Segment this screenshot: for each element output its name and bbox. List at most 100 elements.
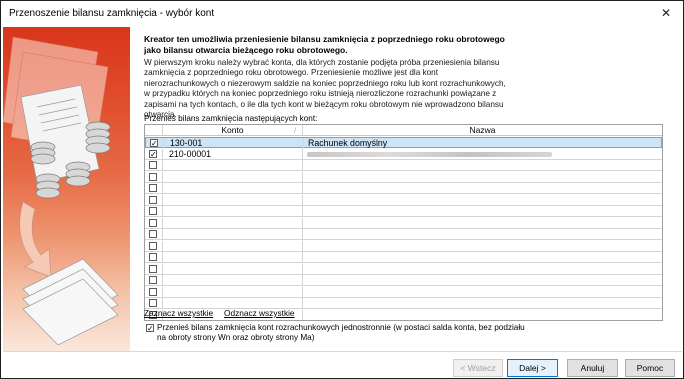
- header-konto[interactable]: Konto /: [163, 125, 303, 136]
- close-button[interactable]: ✕: [655, 4, 677, 22]
- wizard-side-illustration: [3, 27, 130, 351]
- cell-konto: [163, 194, 303, 206]
- header-konto-label: Konto: [221, 125, 244, 135]
- row-checkbox[interactable]: ✓: [150, 139, 158, 148]
- arrow-down-icon: [19, 201, 52, 278]
- table-row[interactable]: [145, 309, 662, 321]
- deselect-all-link[interactable]: Odznacz wszystkie: [224, 308, 295, 318]
- cell-nazwa: [303, 206, 662, 217]
- row-checkbox-cell: [145, 194, 163, 206]
- row-checkbox-cell: ✓: [145, 148, 163, 160]
- cell-konto: [163, 240, 303, 252]
- header-nazwa-label: Nazwa: [469, 125, 496, 135]
- row-checkbox[interactable]: [149, 207, 157, 215]
- intro-description: W pierwszym kroku należy wybrać konta, d…: [144, 58, 506, 120]
- cell-konto: 130-001: [164, 138, 304, 149]
- cell-nazwa: Rachunek domyślny: [308, 138, 388, 148]
- one-sided-transfer-checkbox[interactable]: ✓: [146, 324, 154, 333]
- cancel-button[interactable]: Anuluj: [567, 359, 618, 377]
- title-bar: Przenoszenie bilansu zamknięcia - wybór …: [1, 1, 683, 27]
- row-checkbox[interactable]: [149, 195, 157, 204]
- close-icon: ✕: [660, 6, 672, 20]
- cell-nazwa: [303, 264, 662, 275]
- cell-nazwa: [303, 149, 662, 160]
- cell-nazwa: [303, 218, 662, 229]
- table-row[interactable]: [145, 275, 662, 286]
- row-checkbox-cell: [145, 229, 163, 240]
- row-checkbox-cell: [145, 240, 163, 252]
- table-row[interactable]: [145, 160, 662, 171]
- table-row[interactable]: [145, 252, 662, 263]
- redacted-text: [307, 151, 552, 157]
- grid-header: Konto / Nazwa: [145, 125, 662, 136]
- wizard-content: Kreator ten umożliwia przeniesienie bila…: [144, 27, 674, 351]
- row-checkbox[interactable]: [149, 161, 157, 169]
- cell-nazwa: [303, 275, 662, 286]
- intro-heading: Kreator ten umożliwia przeniesienie bila…: [144, 34, 505, 55]
- table-row[interactable]: [145, 240, 662, 252]
- cell-nazwa: [303, 172, 662, 183]
- row-checkbox-cell: [145, 206, 163, 217]
- cell-konto: [163, 229, 303, 240]
- row-checkbox-cell: [145, 286, 163, 298]
- table-row[interactable]: [145, 206, 662, 217]
- cell-nazwa: [303, 287, 662, 298]
- row-checkbox[interactable]: [149, 172, 157, 181]
- row-checkbox-cell: [145, 263, 163, 275]
- next-button[interactable]: Dalej >: [507, 359, 558, 377]
- help-button[interactable]: Pomoc: [625, 359, 675, 377]
- cell-konto: [163, 217, 303, 229]
- footer-separator: [3, 351, 682, 352]
- row-checkbox-cell: [145, 160, 163, 171]
- row-checkbox-cell: [145, 217, 163, 229]
- row-checkbox-cell: [145, 275, 163, 286]
- table-row[interactable]: [145, 171, 662, 183]
- table-row[interactable]: [145, 229, 662, 240]
- dialog-window: Przenoszenie bilansu zamknięcia - wybór …: [0, 0, 684, 379]
- row-checkbox[interactable]: [149, 253, 157, 261]
- cell-nazwa: [303, 160, 662, 171]
- accounts-grid: Konto / Nazwa ✓ 130-001 Rachunek domyślny ✓…: [144, 124, 663, 321]
- cell-konto: [163, 160, 303, 171]
- table-row[interactable]: [145, 194, 662, 206]
- cell-konto: [163, 206, 303, 217]
- table-row[interactable]: ✓ 210-00001: [145, 148, 662, 160]
- cell-nazwa: [303, 310, 662, 321]
- row-checkbox[interactable]: [149, 230, 157, 238]
- cell-nazwa: [303, 241, 662, 252]
- row-checkbox[interactable]: ✓: [149, 149, 157, 158]
- cell-konto: [163, 263, 303, 275]
- documents-coins-illustration: [3, 36, 119, 346]
- cell-konto: 210-00001: [163, 148, 303, 160]
- row-checkbox-cell: [145, 252, 163, 263]
- row-checkbox-cell: ✓: [146, 138, 164, 149]
- table-row[interactable]: [145, 286, 662, 298]
- row-checkbox[interactable]: [149, 287, 157, 296]
- table-row[interactable]: [145, 263, 662, 275]
- header-nazwa[interactable]: Nazwa: [303, 125, 662, 136]
- cell-konto: [163, 286, 303, 298]
- row-checkbox[interactable]: [149, 241, 157, 250]
- table-row[interactable]: [145, 217, 662, 229]
- row-checkbox[interactable]: [149, 218, 157, 227]
- cell-konto: [163, 252, 303, 263]
- select-all-link[interactable]: Zaznacz wszystkie: [144, 308, 213, 318]
- one-sided-transfer-option[interactable]: ✓ Przenieś bilans zamknięcia kont rozrac…: [144, 323, 544, 345]
- cell-konto: [163, 171, 303, 183]
- back-button[interactable]: < Wstecz: [453, 359, 503, 377]
- cell-nazwa: [303, 183, 662, 194]
- table-row[interactable]: [145, 183, 662, 194]
- table-row[interactable]: ✓ 130-001 Rachunek domyślny: [145, 137, 662, 149]
- header-checkbox-column[interactable]: [145, 125, 163, 136]
- table-row[interactable]: [145, 298, 662, 309]
- row-checkbox[interactable]: [149, 276, 157, 284]
- cell-konto: [163, 275, 303, 286]
- window-title: Przenoszenie bilansu zamknięcia - wybór …: [9, 8, 215, 19]
- cell-nazwa: [303, 195, 662, 206]
- sort-icon: /: [294, 128, 296, 135]
- row-checkbox[interactable]: [149, 299, 157, 307]
- row-checkbox-cell: [145, 183, 163, 194]
- cell-nazwa: [303, 252, 662, 263]
- row-checkbox[interactable]: [149, 264, 157, 273]
- row-checkbox[interactable]: [149, 184, 157, 192]
